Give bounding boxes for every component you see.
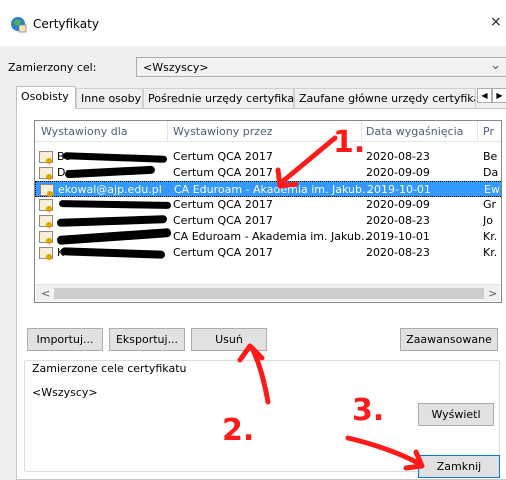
scroll-right-icon[interactable]: >	[488, 287, 497, 300]
cell-expiration-date: 2020-08-23	[366, 150, 430, 163]
close-icon[interactable]: ×	[490, 14, 502, 30]
import-button[interactable]: Importuj...	[27, 328, 103, 351]
certificate-icon	[39, 151, 53, 164]
cell-friendly-name: Gr	[483, 198, 497, 211]
cell-expiration-date: 2019-10-01	[366, 230, 430, 243]
column-divider[interactable]	[167, 121, 168, 142]
column-expiration-date[interactable]: Data wygaśnięcia	[366, 125, 463, 138]
cell-issued-by: Certum QCA 2017	[173, 246, 273, 259]
window-title: Certyfikaty	[33, 17, 99, 31]
column-issued-to[interactable]: Wystawiony dla	[41, 125, 128, 138]
cell-issued-by: Certum QCA 2017	[173, 198, 273, 211]
certificate-purposes-title: Zamierzone cele certyfikatu	[30, 362, 189, 375]
tab-trusted-root-ca[interactable]: Zaufane główne urzędy certyfikacji	[294, 88, 476, 108]
cell-issued-by: Certum QCA 2017	[173, 166, 273, 179]
cell-friendly-name: Da	[483, 166, 499, 179]
certificate-icon	[40, 184, 54, 197]
tab-intermediate-ca[interactable]: Pośrednie urzędy certyfikacji	[143, 88, 306, 108]
certificate-icon	[39, 247, 53, 260]
table-row-selected[interactable]: ekowal@ajp.edu.pl CA Eduroam - Akademia …	[35, 181, 501, 197]
column-friendly-name[interactable]: Pr	[483, 125, 494, 138]
cell-expiration-date: 2020-08-23	[366, 246, 430, 259]
tab-scroll-left-icon[interactable]: ◀	[477, 88, 492, 103]
column-divider[interactable]	[361, 121, 362, 142]
certificate-purposes-value: <Wszyscy>	[32, 386, 98, 399]
scrollbar-thumb[interactable]	[54, 288, 484, 299]
certificate-icon	[39, 167, 53, 180]
certificate-icon	[39, 215, 53, 228]
purpose-select-value: <Wszyscy>	[143, 61, 209, 74]
cell-friendly-name: Jo	[483, 214, 493, 227]
cell-friendly-name: Ew	[484, 183, 500, 196]
cell-issued-by: CA Eduroam - Akademia im. Jakub…	[174, 183, 373, 196]
cell-issued-by: Certum QCA 2017	[173, 150, 273, 163]
tab-other-people[interactable]: Inne osoby	[76, 88, 143, 108]
tab-scroll-right-icon[interactable]: ▶	[492, 88, 506, 103]
close-button[interactable]: Zamknij	[418, 455, 500, 478]
cell-friendly-name: Kr.	[483, 246, 498, 259]
certificate-list[interactable]: Wystawiony dla Wystawiony przez Data wyg…	[34, 120, 502, 303]
list-header: Wystawiony dla Wystawiony przez Data wyg…	[35, 121, 501, 142]
certificate-icon	[39, 199, 53, 212]
purpose-select[interactable]: <Wszyscy> ⌄	[136, 57, 506, 77]
cell-issued-by: CA Eduroam - Akademia im. Jakub…	[173, 230, 372, 243]
column-divider[interactable]	[477, 121, 478, 142]
cell-issued-to: ekowal@ajp.edu.pl	[58, 183, 162, 196]
scroll-left-icon[interactable]: <	[41, 287, 50, 300]
export-button[interactable]: Eksportuj...	[109, 328, 185, 351]
view-button[interactable]: Wyświetl	[418, 403, 494, 426]
certificate-icon	[39, 231, 53, 244]
cell-expiration-date: 2020-08-23	[366, 214, 430, 227]
cell-expiration-date: 2020-09-09	[366, 198, 430, 211]
title-bar: Certyfikaty ×	[0, 0, 506, 46]
cell-friendly-name: Kr.	[483, 230, 498, 243]
remove-button[interactable]: Usuń	[191, 328, 267, 351]
cell-friendly-name: Be	[483, 150, 498, 163]
horizontal-scrollbar[interactable]: < >	[36, 284, 500, 301]
certificate-app-icon	[11, 17, 27, 33]
tab-personal[interactable]: Osobisty	[16, 86, 76, 109]
cell-expiration-date: 2019-10-01	[367, 183, 431, 196]
cell-expiration-date: 2020-09-09	[366, 166, 430, 179]
advanced-button[interactable]: Zaawansowane	[400, 328, 498, 351]
purpose-label: Zamierzony cel:	[8, 61, 97, 74]
column-issued-by[interactable]: Wystawiony przez	[173, 125, 273, 138]
chevron-down-icon: ⌄	[490, 58, 501, 73]
cell-issued-by: Certum QCA 2017	[173, 214, 273, 227]
